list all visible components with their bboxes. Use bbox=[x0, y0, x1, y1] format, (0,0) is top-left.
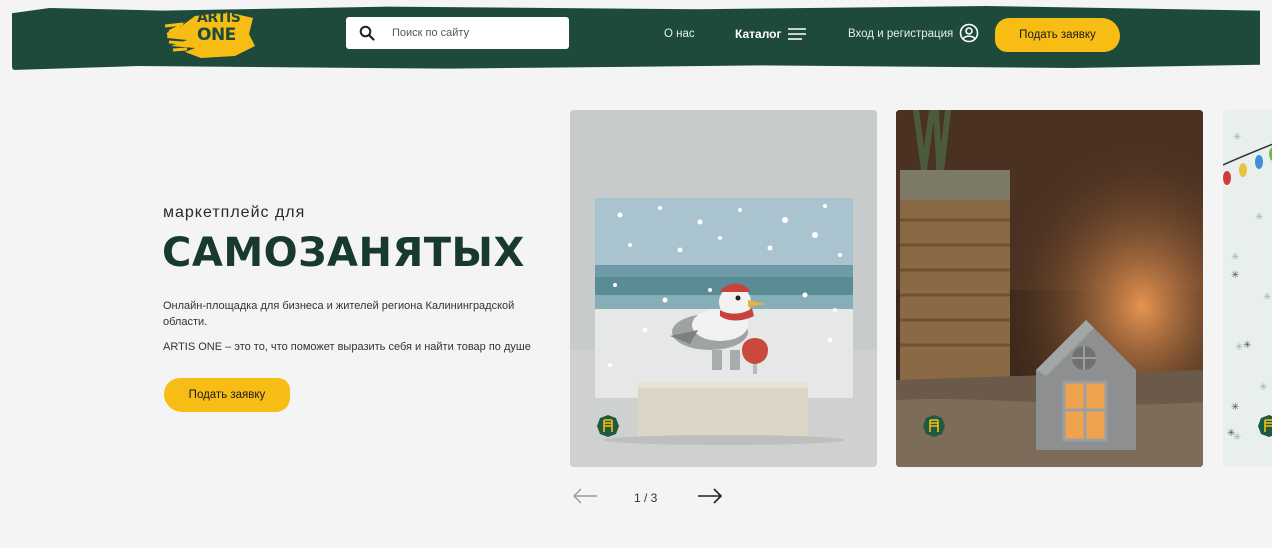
logo-line-1: ARTIS bbox=[197, 10, 241, 26]
svg-text:✳: ✳ bbox=[1231, 402, 1239, 413]
product-card[interactable]: ✳ ✳ ✳ ✳ ✳ ✳ ✳ ✳ ✳ ✳ ✳ bbox=[1223, 110, 1272, 467]
chair-badge-icon bbox=[923, 415, 945, 437]
hero-headline: САМОЗАНЯТЫХ bbox=[162, 230, 525, 276]
logo-wordmark: ARTIS ONE bbox=[197, 10, 241, 45]
arrow-right-icon[interactable] bbox=[697, 486, 723, 506]
chair-badge-icon bbox=[597, 415, 619, 437]
search-input[interactable] bbox=[392, 24, 562, 42]
svg-text:✳: ✳ bbox=[1243, 340, 1251, 351]
user-icon[interactable] bbox=[959, 23, 979, 43]
slider-counter: 1 / 3 bbox=[634, 491, 658, 505]
svg-text:✳: ✳ bbox=[1231, 270, 1239, 281]
logo-line-2: ONE bbox=[197, 25, 236, 45]
search-icon[interactable] bbox=[359, 25, 375, 41]
nav-catalog-link[interactable]: Каталог bbox=[735, 27, 782, 41]
menu-icon[interactable] bbox=[787, 26, 807, 42]
svg-text:✳: ✳ bbox=[1259, 382, 1267, 393]
search-box[interactable] bbox=[346, 17, 569, 49]
page: ARTIS ONE О нас Каталог Вход и регистрац… bbox=[0, 0, 1272, 548]
hero-description: Онлайн-площадка для бизнеса и жителей ре… bbox=[163, 300, 515, 328]
svg-text:✳: ✳ bbox=[1263, 292, 1271, 303]
hero-tagline: ARTIS ONE – это то, что поможет выразить… bbox=[163, 341, 531, 353]
nav-about-link[interactable]: О нас bbox=[664, 28, 695, 40]
product-card[interactable] bbox=[896, 110, 1203, 467]
svg-text:✳: ✳ bbox=[1231, 252, 1239, 263]
header-apply-button[interactable]: Подать заявку bbox=[995, 18, 1120, 52]
chair-badge-icon bbox=[1258, 415, 1272, 437]
product-card[interactable] bbox=[570, 110, 877, 467]
svg-text:✳: ✳ bbox=[1255, 212, 1263, 223]
hero-apply-button[interactable]: Подать заявку bbox=[164, 378, 290, 412]
svg-text:✳: ✳ bbox=[1227, 428, 1235, 439]
arrow-left-icon[interactable] bbox=[572, 486, 598, 506]
hero-eyebrow: маркетплейс для bbox=[163, 204, 306, 221]
svg-text:✳: ✳ bbox=[1233, 132, 1241, 143]
nav-login-link[interactable]: Вход и регистрация bbox=[848, 28, 953, 40]
